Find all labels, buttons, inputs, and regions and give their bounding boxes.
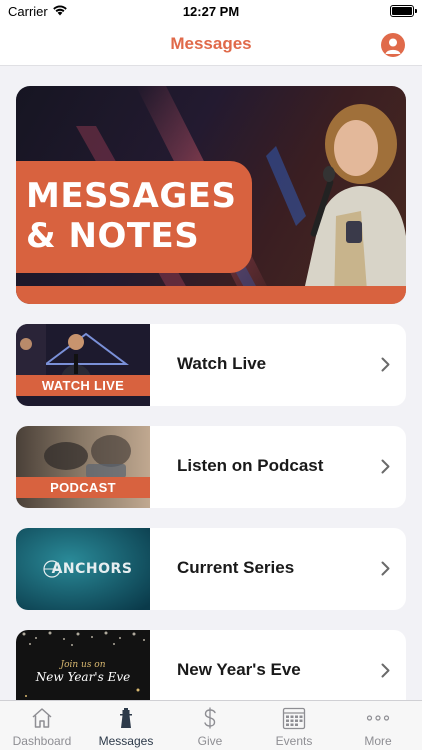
nav-bar: Messages <box>0 22 422 66</box>
messages-notes-banner[interactable]: MESSAGES & NOTES <box>16 86 406 304</box>
tab-more[interactable]: More <box>336 701 420 750</box>
page-title: Messages <box>170 34 252 53</box>
banner-title-line2: & NOTES <box>26 216 200 256</box>
watch-live-card[interactable]: WATCH LIVE Watch Live <box>16 324 406 406</box>
current-series-thumbnail-label: ANCHORS <box>51 561 133 577</box>
new-years-eve-card[interactable]: Join us on New Year's Eve New Year's Eve <box>16 630 406 700</box>
calendar-icon <box>282 707 306 730</box>
battery-icon <box>390 5 417 17</box>
tab-dashboard-label: Dashboard <box>12 734 72 748</box>
watch-live-thumbnail: WATCH LIVE <box>16 324 150 406</box>
tab-events-label: Events <box>275 734 313 748</box>
more-dots-icon <box>366 715 390 721</box>
status-time: 12:27 PM <box>182 4 240 19</box>
current-series-card[interactable]: ANCHORS Current Series <box>16 528 406 610</box>
watch-live-label: Watch Live <box>177 354 267 373</box>
content-scroll[interactable]: MESSAGES & NOTES WATCH LIVE Watch Live P… <box>0 66 422 700</box>
tab-give-label: Give <box>197 734 223 748</box>
profile-button[interactable] <box>381 33 405 57</box>
status-bar: Carrier 12:27 PM <box>0 0 422 22</box>
user-icon <box>385 38 401 54</box>
new-years-eve-label: New Year's Eve <box>177 660 301 679</box>
chevron-right-icon <box>381 357 390 372</box>
watch-live-thumbnail-label: WATCH LIVE <box>41 378 125 393</box>
tab-messages-label: Messages <box>98 734 154 748</box>
current-series-label: Current Series <box>177 558 295 577</box>
podcast-thumbnail: PODCAST <box>16 426 150 508</box>
tab-messages[interactable]: Messages <box>84 701 168 750</box>
banner-title-line1: MESSAGES <box>26 176 237 216</box>
tab-give[interactable]: Give <box>168 701 252 750</box>
chevron-right-icon <box>381 459 390 474</box>
tab-more-label: More <box>364 734 392 748</box>
podcast-label: Listen on Podcast <box>177 456 324 475</box>
chevron-right-icon <box>381 663 390 678</box>
lighthouse-icon <box>120 708 132 728</box>
chevron-right-icon <box>381 561 390 576</box>
dollar-icon <box>204 707 216 729</box>
podcast-thumbnail-label: PODCAST <box>50 480 116 495</box>
house-icon <box>32 708 52 728</box>
podcast-card[interactable]: PODCAST Listen on Podcast <box>16 426 406 508</box>
tab-dashboard[interactable]: Dashboard <box>0 701 84 750</box>
tab-events[interactable]: Events <box>252 701 336 750</box>
current-series-thumbnail: ANCHORS <box>16 528 150 610</box>
tab-bar: Dashboard Messages Give Events More <box>0 700 422 750</box>
new-years-eve-thumbnail: Join us on New Year's Eve <box>16 630 150 700</box>
new-years-eve-thumbnail-subtext: Join us on <box>60 660 106 670</box>
new-years-eve-thumbnail-label: New Year's Eve <box>35 670 131 684</box>
